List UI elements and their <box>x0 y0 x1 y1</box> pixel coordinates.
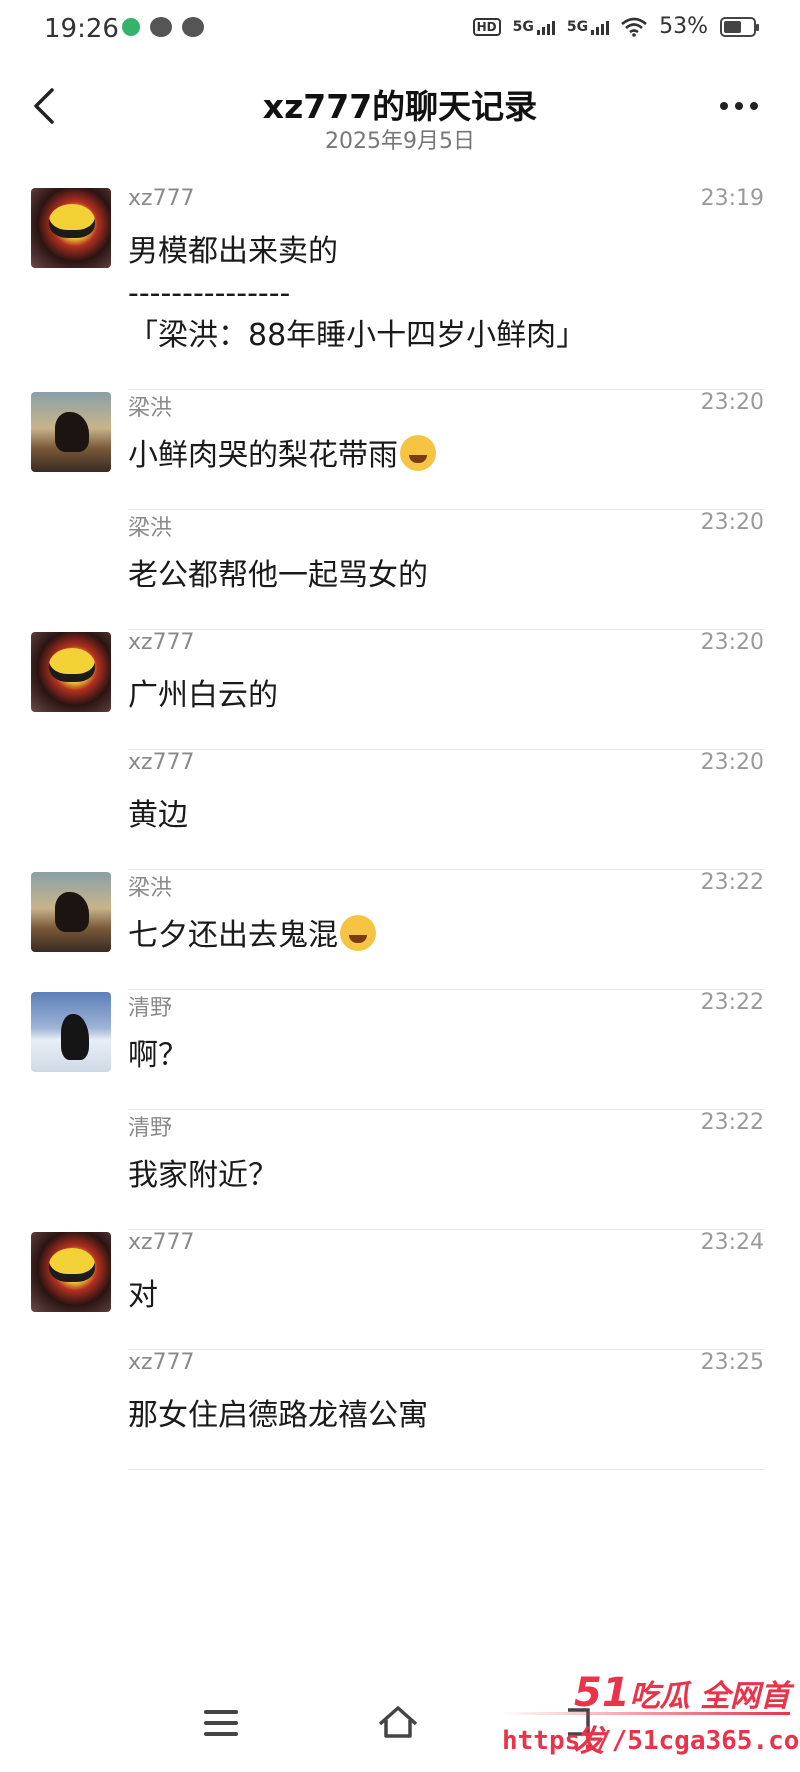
message-text: 黄边 <box>0 758 800 837</box>
message-line: 小鲜肉哭的梨花带雨 <box>128 435 800 477</box>
message-line: 我家附近？ <box>128 1158 278 1193</box>
message-line: 黄边 <box>128 798 188 833</box>
message-time: 23:22 <box>700 870 764 895</box>
message-list: xz777 23:19 男模都出来卖的 --------------- 「梁洪：88年睡… <box>0 186 800 1470</box>
message-item[interactable]: 梁洪 23:20 小鲜肉哭的梨花带雨 <box>0 390 800 510</box>
message-line: 「梁洪：88年睡小十四岁小鲜肉」 <box>128 318 587 353</box>
hand-over-mouth-emoji <box>340 915 376 951</box>
message-text: 小鲜肉哭的梨花带雨 <box>0 398 800 477</box>
status-bar: 19:26 HD 5G 5G 53% <box>0 0 800 62</box>
crying-laughing-emoji <box>400 435 436 471</box>
lianghong-avatar[interactable] <box>31 872 111 952</box>
lianghong-avatar[interactable] <box>31 392 111 472</box>
chat-history-header: xz777的聊天记录 2025年9月5日 <box>0 62 800 162</box>
xz777-avatar[interactable] <box>31 1232 111 1312</box>
system-status-icons: HD 5G 5G 53% <box>472 14 759 39</box>
signal-icon-2: 5G <box>567 19 610 35</box>
message-text: 广州白云的 <box>0 638 800 717</box>
divider <box>128 1469 764 1470</box>
message-time: 23:20 <box>700 510 764 535</box>
notification-icons <box>122 17 204 37</box>
page-subtitle-date: 2025年9月5日 <box>325 129 475 154</box>
qingye-avatar[interactable] <box>31 992 111 1072</box>
message-text: 七夕还出去鬼混 <box>0 878 800 957</box>
message-text: 我家附近？ <box>0 1118 800 1197</box>
battery-icon <box>720 16 759 37</box>
message-line-text: 小鲜肉哭的梨花带雨 <box>128 438 398 473</box>
message-line: 广州白云的 <box>128 678 278 713</box>
sender-name: 梁洪 <box>128 396 173 421</box>
sender-name: xz777 <box>128 1350 195 1375</box>
message-time: 23:22 <box>700 990 764 1015</box>
message-item[interactable]: 清野 23:22 啊？ <box>0 990 800 1110</box>
message-time: 23:19 <box>700 186 764 211</box>
battery-percent: 53% <box>659 14 708 39</box>
message-line: 老公都帮他一起骂女的 <box>128 558 428 593</box>
message-item[interactable]: xz777 23:24 对 <box>0 1230 800 1350</box>
message-time: 23:24 <box>700 1230 764 1255</box>
wifi-icon <box>621 17 647 37</box>
sender-name: xz777 <box>128 630 195 655</box>
wechat-icon <box>150 17 172 37</box>
signal-icon: 5G <box>513 19 555 35</box>
message-line: 七夕还出去鬼混 <box>128 915 800 957</box>
message-time: 23:20 <box>700 630 764 655</box>
message-item[interactable]: 清野 23:22 我家附近？ <box>0 1110 800 1230</box>
message-item[interactable]: xz777 23:20 广州白云的 <box>0 630 800 750</box>
message-line: 啊？ <box>128 1038 188 1073</box>
hd-voice-icon: HD <box>472 17 501 36</box>
message-text: 那女住启德路龙禧公寓 <box>0 1358 800 1437</box>
page-title: xz777的聊天记录 <box>262 87 538 126</box>
home-icon[interactable] <box>376 1702 420 1742</box>
sender-name: xz777 <box>128 186 195 211</box>
message-line: 那女住启德路龙禧公寓 <box>128 1398 428 1433</box>
message-item[interactable]: 梁洪 23:20 老公都帮他一起骂女的 <box>0 510 800 630</box>
status-time: 19:26 <box>44 14 119 44</box>
more-options-icon[interactable] <box>720 96 764 116</box>
message-time: 23:22 <box>700 1110 764 1135</box>
message-text: 啊？ <box>0 998 800 1077</box>
message-item[interactable]: xz777 23:19 男模都出来卖的 --------------- 「梁洪：88年睡… <box>0 186 800 390</box>
xz777-avatar[interactable] <box>31 632 111 712</box>
sender-name: 梁洪 <box>128 516 173 541</box>
xz777-avatar[interactable] <box>31 188 111 268</box>
message-text: 男模都出来卖的 --------------- 「梁洪：88年睡小十四岁小鲜肉」 <box>0 194 800 357</box>
sender-name: xz777 <box>128 750 195 775</box>
message-item[interactable]: 梁洪 23:22 七夕还出去鬼混 <box>0 870 800 990</box>
message-line: 男模都出来卖的 <box>128 234 338 269</box>
app-notification-icon <box>122 18 140 36</box>
message-line: 对 <box>128 1278 158 1313</box>
sender-name: 清野 <box>128 1116 173 1141</box>
message-line: --------------- <box>128 276 291 311</box>
sender-name: 梁洪 <box>128 876 173 901</box>
message-line-text: 七夕还出去鬼混 <box>128 918 338 953</box>
message-item[interactable]: xz777 23:20 黄边 <box>0 750 800 870</box>
message-text: 老公都帮他一起骂女的 <box>0 518 800 597</box>
sender-name: 清野 <box>128 996 173 1021</box>
watermark-url: https://51cga365.com <box>502 1726 800 1756</box>
menu-icon[interactable] <box>204 1710 238 1736</box>
sender-name: xz777 <box>128 1230 195 1255</box>
message-time: 23:25 <box>700 1350 764 1375</box>
message-time: 23:20 <box>700 750 764 775</box>
message-icon <box>182 17 204 37</box>
message-text: 对 <box>0 1238 800 1317</box>
message-item[interactable]: xz777 23:25 那女住启德路龙禧公寓 <box>0 1350 800 1470</box>
message-time: 23:20 <box>700 390 764 415</box>
